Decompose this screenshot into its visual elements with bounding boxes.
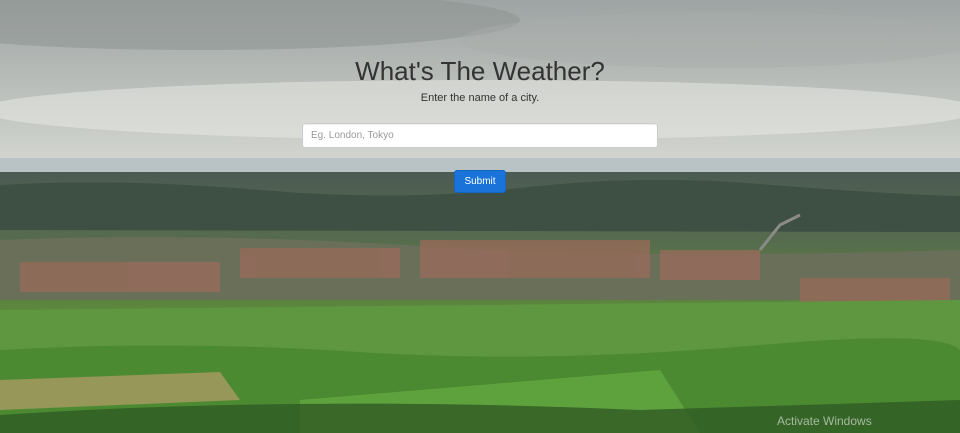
activate-windows-watermark: Activate Windows (777, 414, 872, 428)
city-search-input[interactable] (302, 123, 658, 148)
submit-button[interactable]: Submit (454, 170, 506, 193)
page-subtitle: Enter the name of a city. (420, 92, 540, 104)
page-title: What's The Weather? (355, 56, 605, 86)
